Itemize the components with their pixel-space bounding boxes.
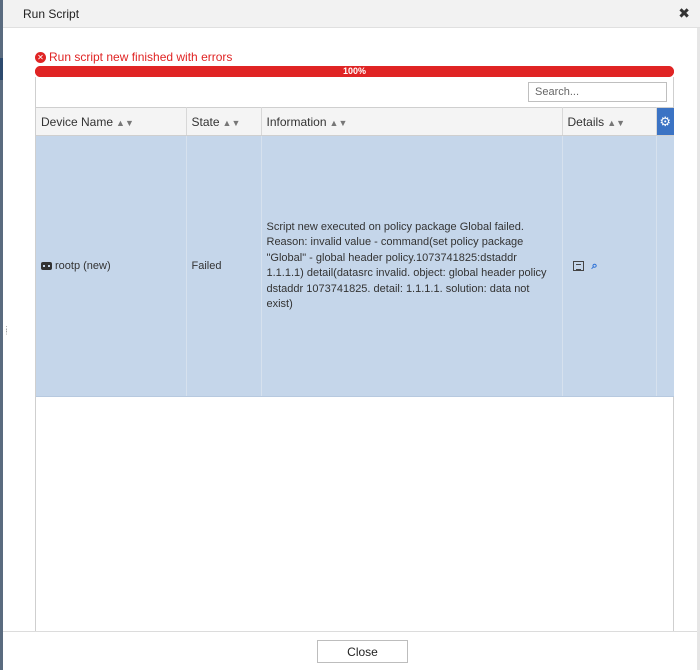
table-row[interactable]: rootp (new) Failed Script new executed o… <box>36 135 674 397</box>
progress-bar: 100% <box>35 66 674 77</box>
sort-icon[interactable]: ▲▼ <box>607 118 625 128</box>
column-header-device-name[interactable]: Device Name ▲▼ <box>36 107 187 136</box>
column-header-state[interactable]: State ▲▼ <box>186 107 262 136</box>
details-cell: ⌕ <box>562 135 657 397</box>
run-status: ✕ Run script new finished with errors <box>35 50 232 64</box>
results-table: Device Name ▲▼ State ▲▼ Information ▲▼ Deta… <box>36 107 674 397</box>
results-panel: Device Name▲▼ State▲▼ Information▲▼ Deta… <box>35 77 674 631</box>
sort-icon[interactable]: ▲▼ <box>223 118 241 128</box>
progress-label: 100% <box>342 66 367 76</box>
column-header-details[interactable]: Details ▲▼ <box>562 107 657 136</box>
column-settings-button[interactable]: ⚙ <box>656 107 674 136</box>
close-icon[interactable]: ✖ <box>678 6 690 20</box>
device-name: rootp (new) <box>55 260 111 272</box>
error-circle-icon: ✕ <box>35 51 46 63</box>
background-nav-tab <box>0 58 3 80</box>
table-header-row: Device Name ▲▼ State ▲▼ Information ▲▼ Deta… <box>36 107 674 136</box>
search-input[interactable] <box>528 82 667 102</box>
sort-icon[interactable]: ▲▼ <box>330 118 348 128</box>
information-cell: Script new executed on policy package Gl… <box>261 135 563 397</box>
row-spacer-cell <box>656 135 674 397</box>
device-icon <box>41 262 52 271</box>
close-button[interactable]: Close <box>317 640 408 663</box>
status-message: Run script new finished with errors <box>49 50 233 64</box>
background-page-edge: ⋮ ⋮ <box>0 0 10 670</box>
state-cell: Failed <box>186 135 262 397</box>
view-log-icon[interactable] <box>572 261 584 271</box>
gear-icon[interactable]: ⚙ <box>659 114 671 129</box>
column-header-information[interactable]: Information ▲▼ <box>261 107 563 136</box>
dialog-title: Run Script <box>23 7 80 21</box>
dialog-footer: Close <box>3 631 697 670</box>
device-name-cell: rootp (new) <box>36 135 187 397</box>
sort-icon[interactable]: ▲▼ <box>116 118 134 128</box>
view-details-icon[interactable]: ⌕ <box>592 260 598 273</box>
resize-grip-icon[interactable]: ⋮ ⋮ <box>3 326 10 336</box>
dialog-titlebar: Run Script ✖ <box>3 0 700 28</box>
